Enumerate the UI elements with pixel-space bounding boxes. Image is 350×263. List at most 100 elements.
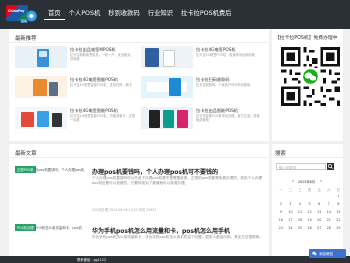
calendar-day [286,194,296,198]
nav-item-home[interactable]: 首页 [44,6,65,20]
recommend-card[interactable]: 拉卡拉扫码收款码 拉卡拉收款码，个体商户均可申请使用 [141,76,263,98]
product-thumbnail [15,46,67,68]
calendar-day[interactable]: 3 [286,202,296,206]
card-desc: 拉卡拉智能POS机申请办理，官方正品，终身免费使用 [196,114,260,123]
nav-item-lakala[interactable]: 拉卡拉POS机费后 [177,6,236,20]
weekday: 四 [307,188,312,192]
weekday: 六 [327,188,331,192]
main-nav: 首页 个人POS机 秒到收款码 行业知识 拉卡拉POS机费后 [44,6,235,20]
weekday: 一 [279,188,283,192]
category-tag: POS机办理 [15,224,36,231]
calendar-day[interactable]: 2 [276,202,286,206]
calendar-day[interactable]: 17 [286,218,296,222]
calendar-day[interactable]: 25 [295,226,305,230]
calendar-day[interactable]: 26 [305,226,315,230]
card-title: 拉卡拉出品电签MPOS机 [70,47,116,52]
qr-code-image [281,47,340,106]
divider [9,157,269,158]
calendar-prev[interactable]: « [292,179,294,183]
site-footer: 联系微信：gg1122 [0,256,350,263]
calendar-next[interactable]: » [320,179,322,183]
recommend-card[interactable]: 拉卡拉4G电签POS机 拉卡拉4G电签POS机，免费申请包邮到家 [141,46,263,68]
calendar-month: 2025年6月 [298,180,316,184]
recommend-card[interactable]: 拉卡拉4G电签智能POS机 拉卡拉4G电签智能POS机，支持扫码，刷卡 [15,76,137,98]
calendar-day[interactable]: 22 [334,218,344,222]
calendar-day[interactable]: 27 [314,226,324,230]
nav-item-personal-pos[interactable]: 个人POS机 [65,6,105,20]
product-thumbnail [141,76,193,98]
latest-panel: 最新文章 正规POS机 办pos机要钱吗，个人办理pos机 办理pos机要钱吗，… [9,144,269,256]
calendar-day [276,194,286,198]
qr-title: 【拉卡拉POS机】免费办理中 [275,36,338,41]
article-title[interactable]: 华为手机pos机怎么用流量和卡，pos机怎么用手机 [92,226,230,235]
nav-item-qr-code[interactable]: 秒到收款码 [104,6,143,20]
calendar-day[interactable]: 21 [324,218,334,222]
calendar-day[interactable]: 19 [305,218,315,222]
card-desc: 拉卡拉收款码，个体商户均可申请使用 [196,83,251,87]
card-title: 拉卡拉4G电签智能POS机 [70,77,118,82]
article-title[interactable]: 办理pos机要钱吗，个人办理pos机可不要钱的 [92,167,218,176]
divider [9,42,269,43]
footer-contact: 联系微信：gg1122 [77,258,107,262]
calendar-day[interactable]: 6 [314,202,324,206]
recommend-card[interactable]: 拉卡拉出品电签MPOS机 拉卡拉新款电签机具，一机一户，安全稳定，秒到账 [15,46,137,68]
calendar-day[interactable]: 9 [276,210,286,214]
product-thumbnail [141,46,193,68]
article-meta: POS机办理 2024-08-28 13:23 浏览 23657 [92,208,157,212]
article-link[interactable]: 办pos机要钱吗，个人办理pos机 [35,167,84,172]
calendar-day[interactable]: 12 [305,210,315,214]
calendar-day [324,194,334,198]
card-title: 拉卡拉出品智能POS机 [196,108,238,113]
calendar-day[interactable]: 4 [295,202,305,206]
divider [272,157,343,158]
category-tag: 正规POS机 [15,166,36,173]
calendar-day[interactable]: 5 [305,202,315,206]
site-header: ChinaPay 银联 首页 个人POS机 秒到收款码 行业知识 拉卡拉POS机… [0,0,350,29]
calendar-day[interactable]: 1 [334,194,344,198]
recommend-card[interactable]: 拉卡拉出品智能POS机 拉卡拉智能POS机申请办理，官方正品，终身免费使用 [141,107,263,129]
recommend-panel: 最新推荐 拉卡拉出品电签MPOS机 拉卡拉新款电签机具，一机一户，安全稳定，秒到… [9,29,269,141]
card-title: 拉卡拉4G电签智能POS机 [70,108,118,113]
latest-title: 最新文章 [15,151,37,157]
article-excerpt: 华为手机pos机怎么用流量和卡，华为手机pos机怎么用手机这个问题，很多人都会问… [92,235,263,239]
product-thumbnail [15,107,67,129]
calendar-day[interactable]: 13 [314,210,324,214]
calendar-day[interactable]: 15 [334,210,344,214]
search-title: 搜索 [275,151,286,157]
recommend-title: 最新推荐 [15,36,37,42]
calendar-day [305,194,315,198]
site-logo[interactable]: ChinaPay 银联 [6,3,37,25]
card-desc: 拉卡拉4G电签智能POS机，支持扫码，刷卡 [70,83,132,87]
add-wechat-button[interactable]: 添加微信 [309,249,346,258]
nav-item-industry[interactable]: 行业知识 [144,6,177,20]
weekday: 二 [288,188,293,192]
qr-panel: 【拉卡拉POS机】免费办理中 [272,29,343,141]
calendar-day[interactable]: 10 [286,210,296,214]
calendar-day[interactable]: 16 [276,218,286,222]
search-icon [328,164,333,169]
calendar-day[interactable]: 7 [324,202,334,206]
calendar-day[interactable]: 24 [286,226,296,230]
sidebar-panel: 搜索 输入关键词 « 2025年6月 » 一 二 三 四 五 六 日 12345… [272,144,343,256]
calendar-day[interactable]: 20 [314,218,324,222]
card-title: 拉卡拉4G电签POS机 [196,47,236,52]
calendar-day [314,194,324,198]
calendar-day[interactable]: 23 [276,226,286,230]
calendar-week: 9 10 11 12 13 14 15 [276,210,343,214]
calendar-day[interactable]: 8 [334,202,344,206]
calendar-day[interactable]: 28 [324,226,334,230]
calendar-day[interactable]: 29 [334,226,344,230]
product-thumbnail [141,107,193,129]
search-button[interactable] [327,163,334,170]
recommend-card[interactable]: 拉卡拉4G电签智能POS机 拉卡拉4G电签智能POS机，内置流量卡，正规一清机 [15,107,137,129]
search-input[interactable]: 输入关键词 [276,163,326,170]
article-link[interactable]: POS机怎么用流量和卡，pos机 [35,225,82,230]
add-wechat-label: 添加微信 [319,251,333,256]
card-desc: 拉卡拉新款电签机具，一机一户，安全稳定，秒到账 [70,53,134,62]
calendar-week: 1 [276,194,343,198]
calendar-day[interactable]: 18 [295,218,305,222]
calendar-day [295,194,305,198]
product-thumbnail [15,76,67,98]
calendar-day[interactable]: 11 [295,210,305,214]
calendar-day[interactable]: 14 [324,210,334,214]
